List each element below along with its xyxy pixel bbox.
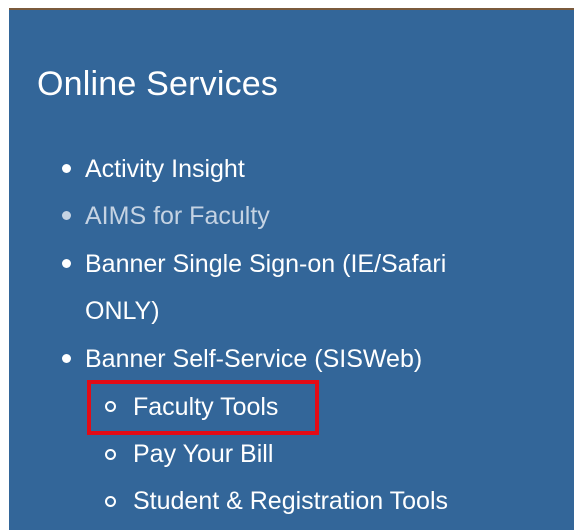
bullet-icon [62, 211, 71, 220]
circle-bullet-icon [105, 449, 116, 460]
link-pay-your-bill[interactable]: Pay Your Bill [133, 437, 273, 471]
bullet-icon [62, 354, 71, 363]
bullet-icon [62, 164, 71, 173]
bullet-icon [62, 259, 71, 268]
section-title: Online Services [37, 65, 279, 103]
highlight-box [87, 380, 319, 435]
link-banner-self-service[interactable]: Banner Self-Service (SISWeb) [85, 342, 422, 376]
link-student-registration-tools[interactable]: Student & Registration Tools [133, 484, 448, 518]
link-activity-insight[interactable]: Activity Insight [85, 152, 245, 186]
circle-bullet-icon [105, 496, 116, 507]
link-banner-single-sign-on-line2[interactable]: ONLY) [85, 294, 160, 328]
link-banner-single-sign-on[interactable]: Banner Single Sign-on (IE/Safari [85, 247, 446, 281]
link-aims-for-faculty[interactable]: AIMS for Faculty [85, 199, 270, 233]
online-services-panel: Online Services Activity Insight AIMS fo… [9, 8, 574, 530]
